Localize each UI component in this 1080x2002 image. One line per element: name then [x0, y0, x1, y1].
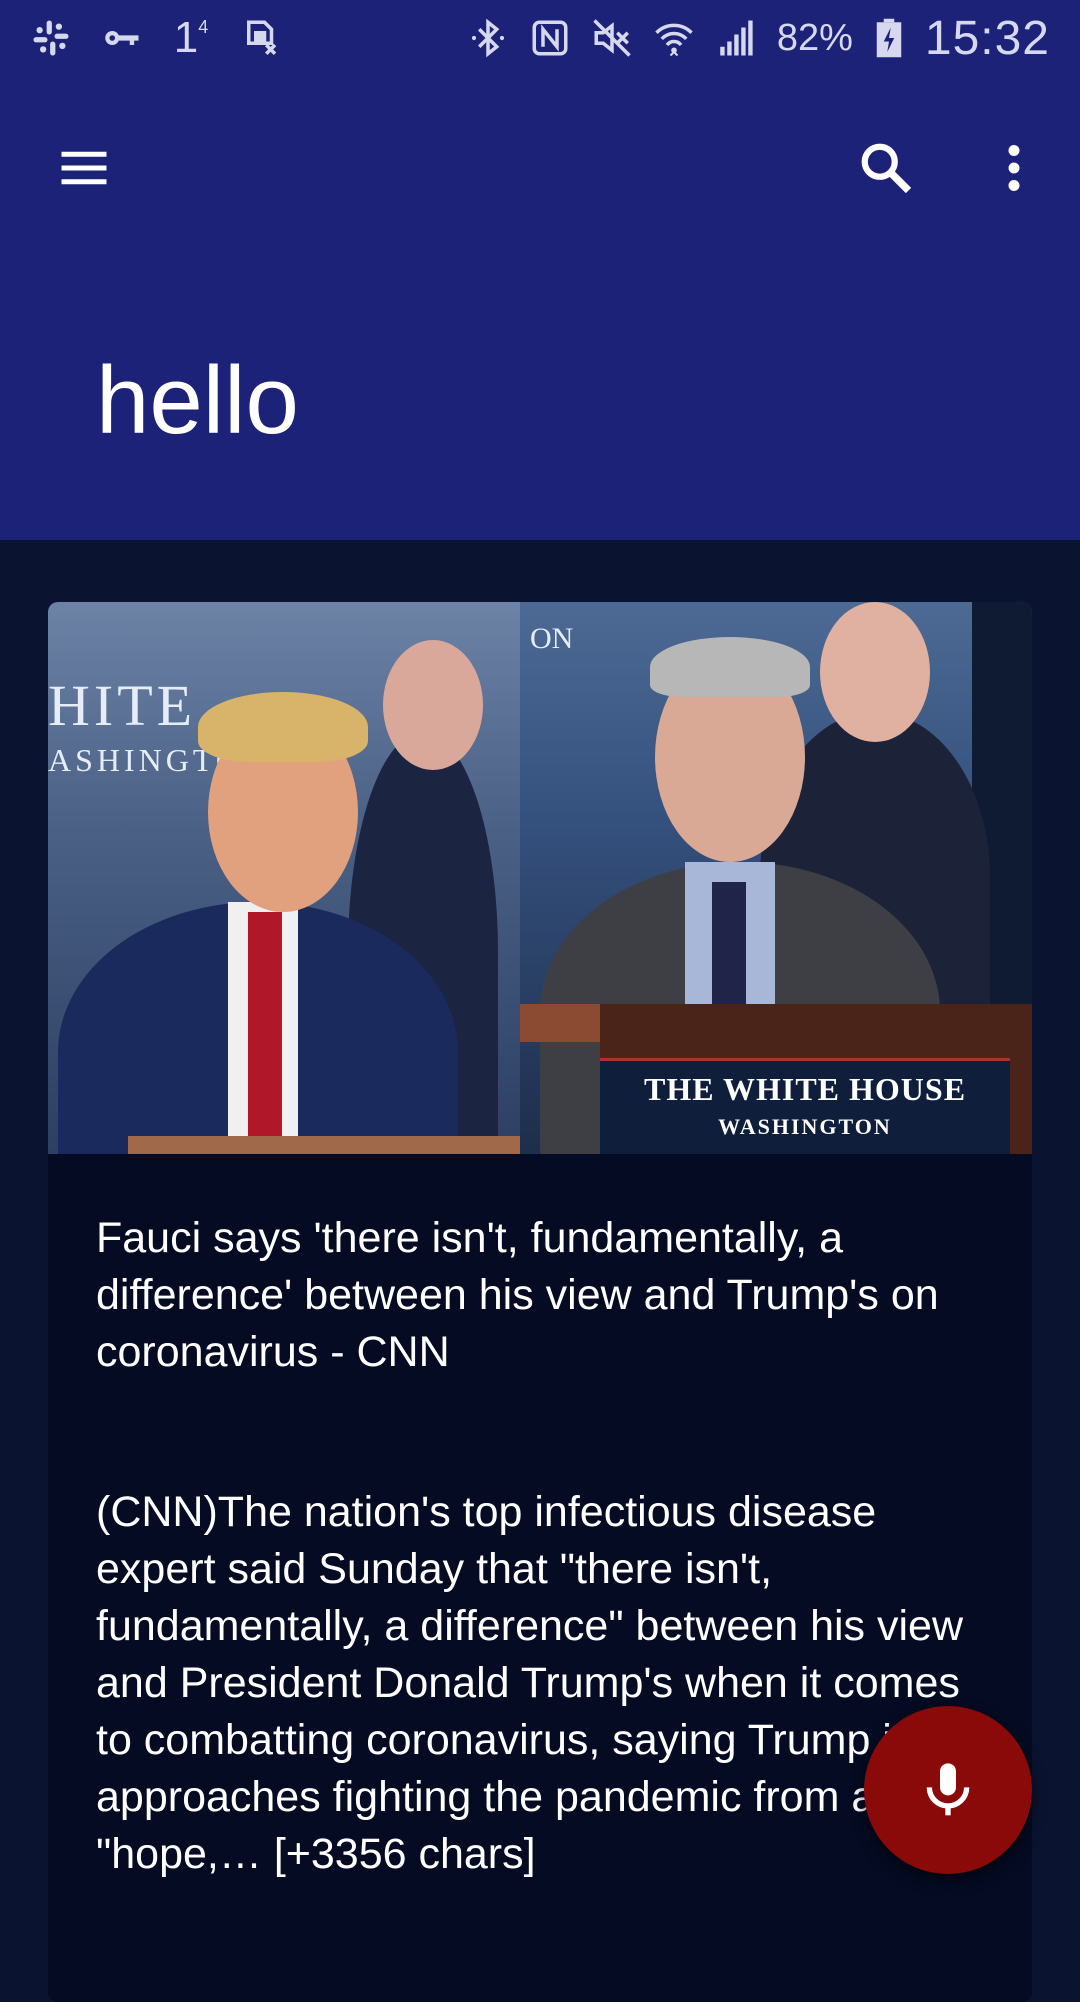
menu-button[interactable]: [40, 124, 128, 212]
signal-icon: [715, 17, 757, 59]
system-icons: 82% 15:32: [467, 11, 1050, 66]
badge-digit: 4: [198, 16, 209, 37]
image-left-panel: HITE ASHINGTO: [48, 602, 520, 1154]
speaker-hair: [650, 637, 810, 697]
vpn-key-icon: [100, 17, 142, 59]
hair: [198, 692, 368, 762]
search-icon: [861, 143, 912, 194]
clock: 15:32: [924, 11, 1050, 65]
tie: [248, 912, 282, 1154]
notification-icons: 14: [30, 13, 282, 62]
speaker-tie: [712, 882, 746, 1022]
image-bg-text-right: ON: [530, 622, 574, 655]
mic-icon: [926, 1763, 970, 1816]
battery-charging-icon: [873, 17, 905, 59]
article-headline[interactable]: Fauci says 'there isn't, fundamentally, …: [96, 1210, 996, 1381]
mute-icon: [591, 17, 633, 59]
voice-input-button[interactable]: [864, 1706, 1032, 1874]
more-options-button[interactable]: [970, 124, 1058, 212]
person-back-head: [383, 640, 483, 770]
app-bar: hello: [0, 76, 1080, 540]
page-title: hello: [96, 347, 299, 454]
sim-blocked-icon: [240, 17, 282, 59]
battery-percentage: 82%: [776, 16, 853, 59]
slack-icon: [30, 17, 72, 59]
podium-sign-title: THE WHITE HOUSE: [643, 1071, 967, 1107]
search-button[interactable]: [842, 124, 930, 212]
article-image: HITE ASHINGTO ON THE WHITE HOUSE WASHING…: [48, 602, 1032, 1154]
person-back-right-head: [820, 602, 930, 742]
menu-icon: [61, 151, 107, 185]
nfc-icon: [529, 17, 571, 59]
podium-sign-sub: WASHINGTON: [718, 1114, 892, 1139]
bluetooth-icon: [467, 17, 509, 59]
one-icon: 14: [173, 13, 209, 62]
image-bg-text: HITE: [48, 673, 197, 738]
article-body: (CNN)The nation's top infectious disease…: [96, 1488, 964, 1878]
podium-sign: THE WHITE HOUSE WASHINGTON: [600, 1058, 1010, 1154]
podium-edge: [128, 1136, 520, 1154]
status-bar: 14 82% 15:32: [0, 0, 1080, 76]
more-vert-icon: [1008, 145, 1020, 191]
wifi-icon: [653, 17, 695, 59]
image-right-panel: ON THE WHITE HOUSE WASHINGTON: [520, 602, 1032, 1154]
